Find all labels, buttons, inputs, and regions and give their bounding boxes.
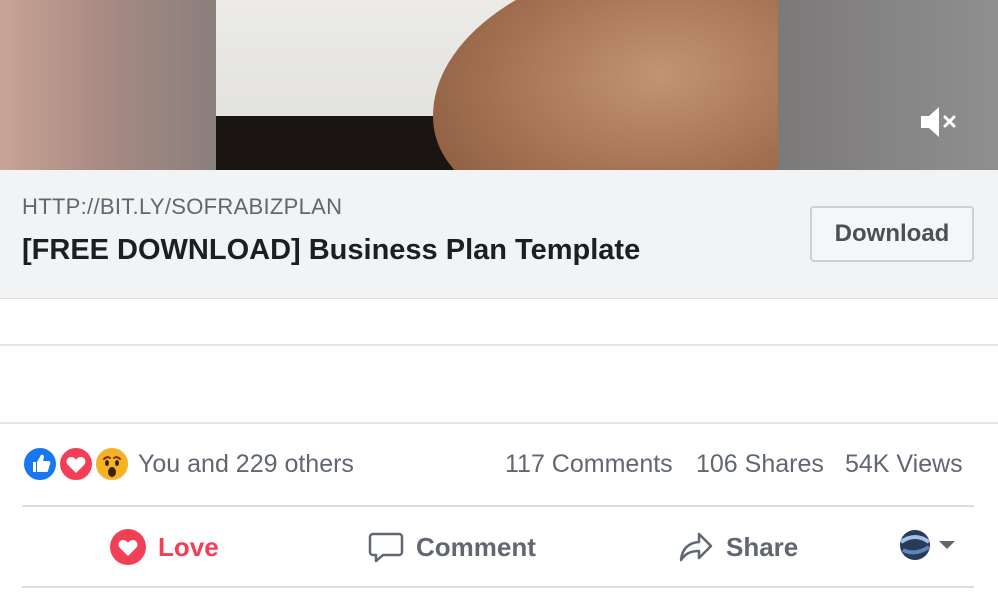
divider <box>0 422 998 424</box>
post-stats-bar: You and 229 others 117 Comments 106 Shar… <box>0 440 998 492</box>
mute-button[interactable] <box>914 104 964 144</box>
video-player[interactable] <box>0 0 998 170</box>
audience-selector[interactable] <box>898 510 956 584</box>
link-preview-card[interactable]: HTTP://BIT.LY/SOFRABIZPLAN [FREE DOWNLOA… <box>0 170 998 299</box>
like-reaction-icon <box>22 446 58 482</box>
comments-count[interactable]: 117 Comments <box>505 450 673 479</box>
speaker-muted-icon <box>917 102 961 147</box>
divider <box>22 586 974 588</box>
share-label: Share <box>726 531 799 562</box>
reactions-summary[interactable]: You and 229 others <box>138 450 354 479</box>
share-button[interactable]: Share <box>676 510 798 584</box>
post-actions-bar: Love Comment Share <box>22 510 974 584</box>
love-reaction-icon <box>58 446 94 482</box>
video-frame <box>216 0 778 170</box>
share-arrow-icon <box>676 527 716 567</box>
wow-reaction-icon <box>94 446 130 482</box>
love-label: Love <box>158 531 219 562</box>
love-button[interactable]: Love <box>108 510 219 584</box>
heart-icon <box>108 527 148 567</box>
caret-down-icon <box>938 538 956 556</box>
speech-bubble-icon <box>366 527 406 567</box>
comment-label: Comment <box>416 531 536 562</box>
link-title[interactable]: [FREE DOWNLOAD] Business Plan Template <box>22 234 640 267</box>
divider <box>22 505 974 507</box>
download-button[interactable]: Download <box>810 206 974 262</box>
page-avatar-icon <box>898 528 932 567</box>
link-url: HTTP://BIT.LY/SOFRABIZPLAN <box>22 194 343 219</box>
comment-button[interactable]: Comment <box>366 510 536 584</box>
views-count: 54K Views <box>845 450 963 478</box>
shares-count[interactable]: 106 Shares <box>696 450 824 479</box>
divider <box>0 344 998 346</box>
